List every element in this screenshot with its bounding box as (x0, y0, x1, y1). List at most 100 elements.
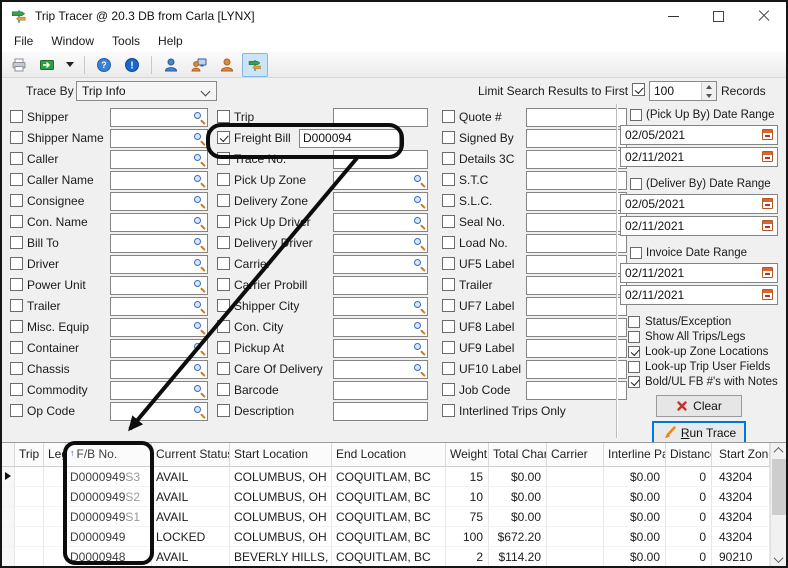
field-checkbox[interactable] (217, 236, 230, 249)
field-input[interactable] (110, 297, 208, 316)
search-lookup-icon[interactable] (193, 364, 205, 376)
field-input[interactable] (110, 108, 208, 127)
field-checkbox[interactable] (10, 341, 23, 354)
field-checkbox[interactable] (217, 278, 230, 291)
field-input[interactable] (333, 276, 428, 295)
menu-item[interactable]: Tools (103, 31, 149, 51)
field-checkbox[interactable] (10, 173, 23, 186)
field-input[interactable] (333, 360, 428, 379)
search-lookup-icon[interactable] (413, 301, 425, 313)
field-input[interactable] (110, 402, 208, 421)
calendar-icon[interactable] (762, 220, 773, 231)
search-lookup-icon[interactable] (413, 364, 425, 376)
search-lookup-icon[interactable] (193, 301, 205, 313)
search-lookup-icon[interactable] (413, 238, 425, 250)
field-checkbox[interactable] (10, 320, 23, 333)
date-to-input[interactable]: 02/11/2021 (620, 285, 778, 305)
calendar-icon[interactable] (762, 151, 773, 162)
field-checkbox[interactable] (217, 131, 230, 144)
field-input[interactable] (110, 129, 208, 148)
field-input[interactable] (526, 381, 627, 400)
field-checkbox[interactable] (442, 236, 455, 249)
field-input[interactable] (110, 213, 208, 232)
field-checkbox[interactable] (442, 215, 455, 228)
limit-checkbox[interactable] (632, 83, 645, 96)
search-lookup-icon[interactable] (193, 133, 205, 145)
field-input[interactable] (526, 318, 627, 337)
field-input[interactable] (526, 339, 627, 358)
field-checkbox[interactable] (217, 320, 230, 333)
date-from-input[interactable]: 02/11/2021 (620, 263, 778, 283)
column-header-total-charge[interactable]: Total Charg (489, 443, 547, 466)
search-lookup-icon[interactable] (193, 385, 205, 397)
field-input[interactable] (110, 360, 208, 379)
search-lookup-icon[interactable] (193, 238, 205, 250)
search-lookup-icon[interactable] (193, 154, 205, 166)
field-checkbox[interactable] (217, 341, 230, 354)
field-input[interactable] (526, 255, 627, 274)
search-lookup-icon[interactable] (193, 196, 205, 208)
field-checkbox[interactable] (442, 341, 455, 354)
vertical-scrollbar[interactable] (770, 443, 786, 567)
table-row[interactable]: D0000949S1 AVAIL COLUMBUS, OH COQUITLAM,… (2, 507, 770, 527)
field-input[interactable] (526, 360, 627, 379)
calendar-icon[interactable] (762, 198, 773, 209)
field-input[interactable] (110, 150, 208, 169)
field-checkbox[interactable] (217, 383, 230, 396)
field-input[interactable] (333, 402, 428, 421)
search-lookup-icon[interactable] (413, 322, 425, 334)
field-input[interactable] (110, 276, 208, 295)
field-checkbox[interactable] (10, 215, 23, 228)
field-checkbox[interactable] (442, 152, 455, 165)
table-row[interactable]: D0000949S2 AVAIL COLUMBUS, OH COQUITLAM,… (2, 487, 770, 507)
date-to-input[interactable]: 02/11/2021 (620, 216, 778, 236)
close-button[interactable] (741, 2, 786, 30)
field-checkbox[interactable] (10, 257, 23, 270)
search-lookup-icon[interactable] (193, 406, 205, 418)
field-input[interactable] (333, 234, 428, 253)
field-checkbox[interactable] (442, 362, 455, 375)
search-lookup-icon[interactable] (193, 322, 205, 334)
trace-by-select[interactable]: Trip Info (76, 81, 217, 101)
menu-item[interactable]: File (5, 31, 42, 51)
clear-button[interactable]: Clear (656, 395, 742, 417)
field-checkbox[interactable] (442, 404, 455, 417)
field-input[interactable] (526, 276, 627, 295)
field-checkbox[interactable] (442, 383, 455, 396)
field-checkbox[interactable] (10, 110, 23, 123)
option-checkbox[interactable] (628, 376, 640, 388)
field-checkbox[interactable] (10, 194, 23, 207)
field-input[interactable] (110, 318, 208, 337)
calendar-icon[interactable] (762, 289, 773, 300)
user-workstation-button[interactable] (186, 53, 212, 77)
maximize-button[interactable] (696, 2, 741, 30)
column-header-start-location[interactable]: Start Location (230, 443, 332, 466)
search-lookup-icon[interactable] (193, 259, 205, 271)
field-checkbox[interactable] (10, 404, 23, 417)
field-input[interactable] (110, 171, 208, 190)
field-input[interactable] (110, 192, 208, 211)
option-checkbox[interactable] (628, 331, 640, 343)
field-input[interactable] (333, 108, 428, 127)
field-input[interactable] (526, 171, 627, 190)
field-checkbox[interactable] (217, 257, 230, 270)
menu-item[interactable]: Help (149, 31, 192, 51)
column-header-end-location[interactable]: End Location (332, 443, 446, 466)
minimize-button[interactable] (651, 2, 696, 30)
field-checkbox[interactable] (217, 173, 230, 186)
column-header-carrier[interactable]: Carrier (547, 443, 604, 466)
column-header-selector[interactable] (2, 443, 15, 466)
search-lookup-icon[interactable] (193, 112, 205, 124)
field-input[interactable] (333, 171, 428, 190)
date-range-checkbox[interactable] (630, 247, 642, 259)
column-header-start-zone[interactable]: Start Zone (712, 443, 770, 466)
field-checkbox[interactable] (10, 383, 23, 396)
field-input[interactable] (110, 381, 208, 400)
table-row[interactable]: D0000949 LOCKED COLUMBUS, OH COQUITLAM, … (2, 527, 770, 547)
field-checkbox[interactable] (217, 110, 230, 123)
column-header-current-status[interactable]: Current Status (152, 443, 230, 466)
field-checkbox[interactable] (10, 236, 23, 249)
field-input[interactable] (110, 255, 208, 274)
field-input[interactable] (333, 213, 428, 232)
field-checkbox[interactable] (442, 194, 455, 207)
